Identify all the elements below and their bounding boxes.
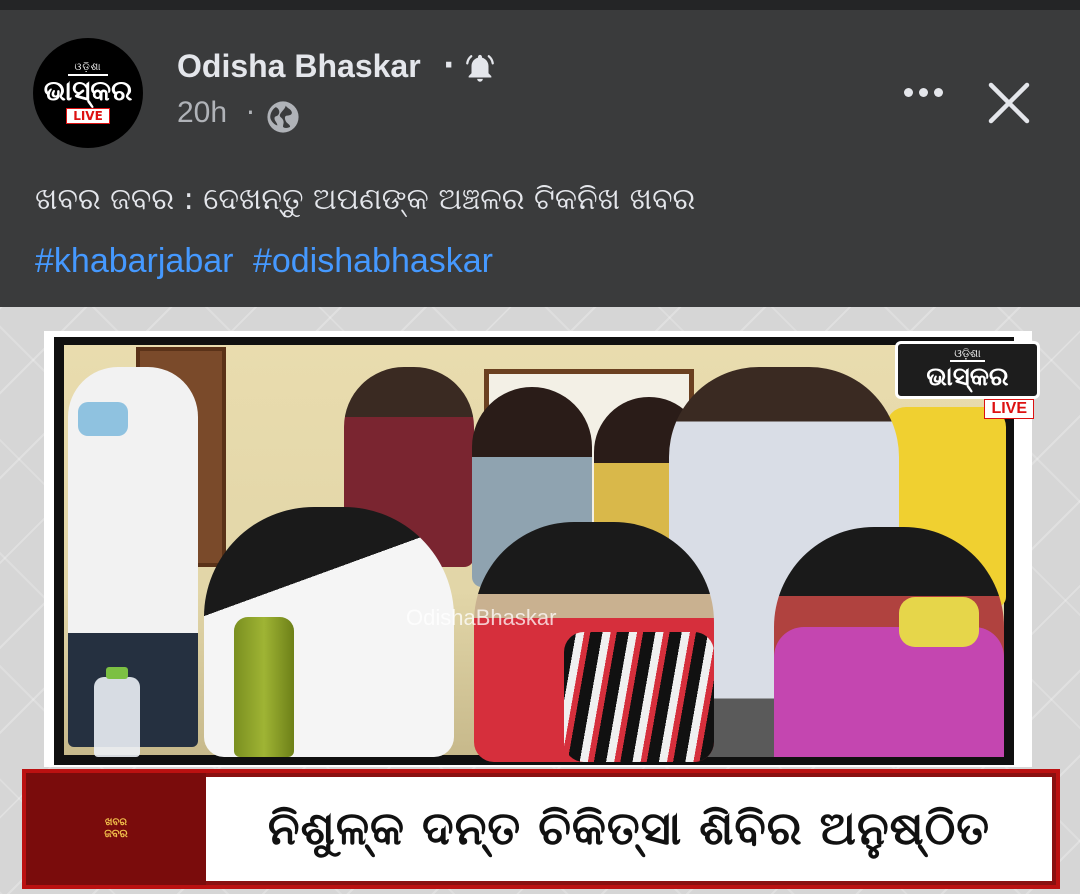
more-horizontal-icon-dot bbox=[903, 87, 913, 97]
post-media[interactable]: OdishaBhaskar ଓଡ଼ିଶା ଭାସ୍କର LIVE ଖବର ଜବର… bbox=[0, 307, 1080, 894]
face-mask bbox=[78, 402, 128, 436]
more-horizontal-icon-dot bbox=[933, 87, 943, 97]
green-bottle bbox=[234, 617, 294, 757]
person bbox=[774, 527, 1004, 757]
avatar-live-badge: LIVE bbox=[66, 108, 110, 124]
channel-logo: ଓଡ଼ିଶା ଭାସ୍କର LIVE bbox=[895, 341, 1040, 419]
more-options-button[interactable] bbox=[893, 70, 953, 114]
hashtag-link[interactable]: #odishabhaskar bbox=[253, 242, 493, 280]
top-strip bbox=[0, 0, 1080, 10]
banner-headline: ନିଶୁଳ୍କ ଦନ୍ତ ଚିକିତ୍ସା ଶିବିର ଅନୁଷ୍ଠିତ bbox=[267, 801, 991, 855]
channel-logo-small: ଓଡ଼ିଶା bbox=[950, 348, 985, 362]
post-header: ଓଡ଼ିଶା ଭାସ୍କର LIVE Odisha Bhaskar · 20h … bbox=[0, 10, 1080, 307]
post-caption: ଖବର ଜବର : ଦେଖନ୍ତୁ ଅପଣଙ୍କ ଅଞ୍ଚଳର ଟିକନିଖ ଖ… bbox=[35, 182, 696, 217]
bell-icon[interactable] bbox=[463, 52, 497, 86]
channel-logo-box: ଓଡ଼ିଶା ଭାସ୍କର bbox=[895, 341, 1040, 399]
more-horizontal-icon-dot bbox=[918, 87, 928, 97]
news-photo[interactable]: OdishaBhaskar bbox=[54, 337, 1014, 765]
page-name[interactable]: Odisha Bhaskar bbox=[177, 48, 421, 85]
face-mask bbox=[899, 597, 979, 647]
saree bbox=[774, 627, 1004, 757]
name-separator: · bbox=[443, 48, 455, 83]
page-avatar[interactable]: ଓଡ଼ିଶା ଭାସ୍କର LIVE bbox=[33, 38, 143, 148]
timestamp-separator: · bbox=[246, 96, 255, 129]
close-icon[interactable] bbox=[982, 76, 1036, 130]
post-timestamp[interactable]: 20h bbox=[177, 96, 227, 130]
live-badge: LIVE bbox=[984, 399, 1034, 419]
banner-brand-main: ଜବର bbox=[104, 827, 128, 840]
saree bbox=[564, 632, 714, 762]
water-bottle bbox=[94, 667, 140, 757]
patient bbox=[474, 522, 714, 762]
photo-watermark: OdishaBhaskar bbox=[406, 605, 557, 630]
news-banner: ଖବର ଜବର ନିଶୁଳ୍କ ଦନ୍ତ ଚିକିତ୍ସା ଶିବିର ଅନୁଷ… bbox=[22, 769, 1060, 889]
post-hashtags: #khabarjabar #odishabhaskar bbox=[35, 242, 503, 281]
hashtag-link[interactable]: #khabarjabar bbox=[35, 242, 233, 280]
channel-logo-main: ଭାସ୍କର bbox=[926, 362, 1009, 392]
avatar-logo-main: ଭାସ୍କର bbox=[43, 74, 133, 107]
banner-brand: ଖବର ଜବର bbox=[26, 773, 206, 885]
globe-icon bbox=[267, 101, 299, 133]
banner-headline-box: ନିଶୁଳ୍କ ଦନ୍ତ ଚିକିତ୍ସା ଶିବିର ଅନୁଷ୍ଠିତ bbox=[206, 777, 1052, 881]
